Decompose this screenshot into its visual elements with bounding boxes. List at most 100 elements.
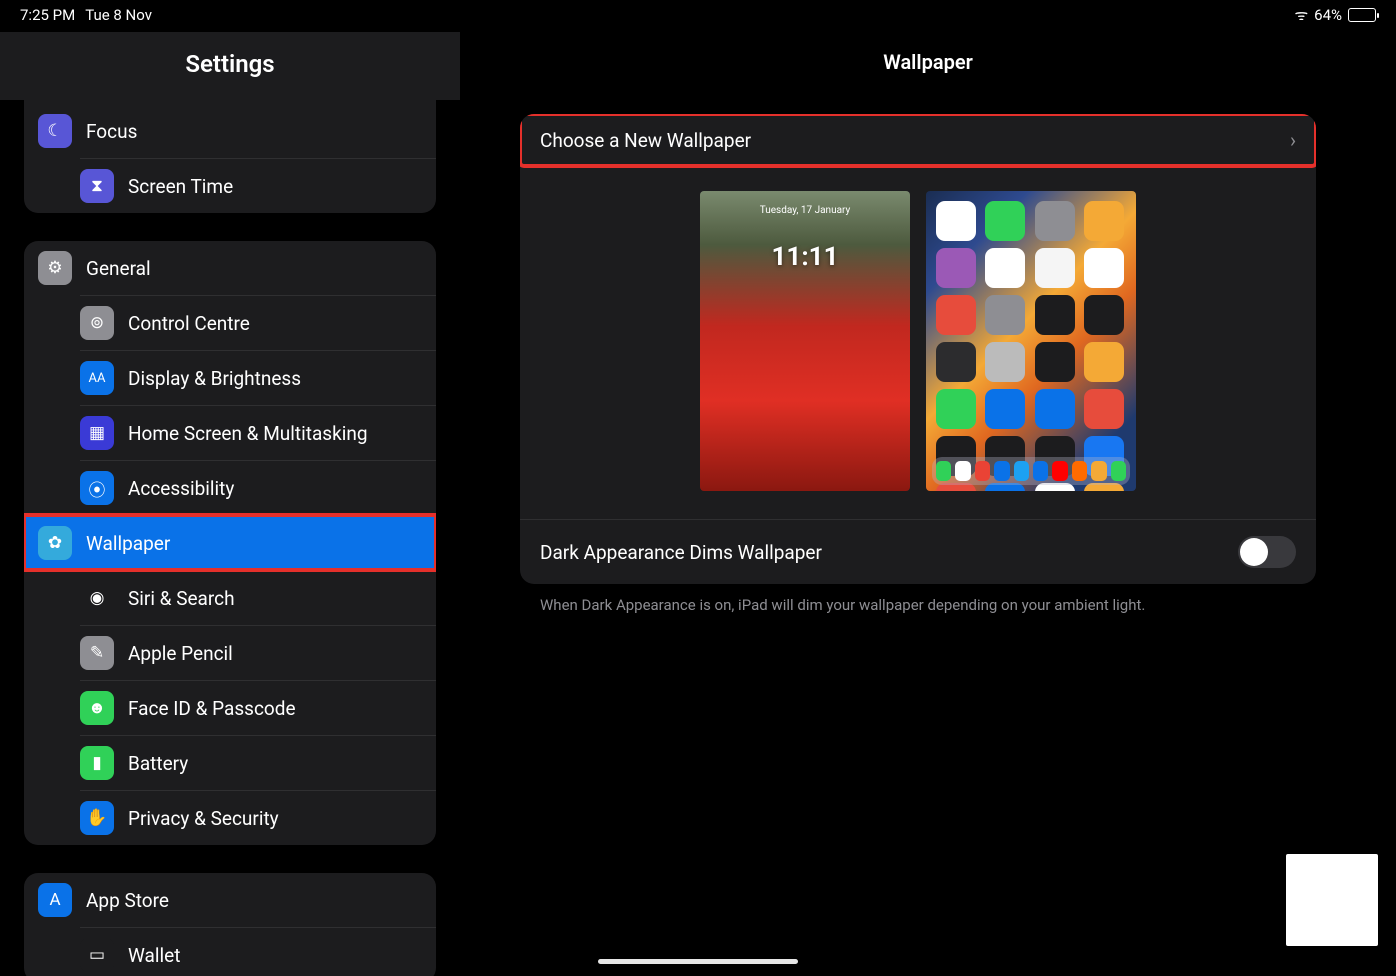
dock-app-icon: [1052, 461, 1067, 481]
sidebar-item-display-brightness[interactable]: AA Display & Brightness: [80, 350, 436, 405]
app-icon: [1084, 295, 1124, 335]
sidebar-icon: ⊚: [80, 306, 114, 340]
lock-date: Tuesday, 17 January: [760, 205, 851, 216]
dock-app-icon: [1091, 461, 1106, 481]
sidebar-item-siri-search[interactable]: ◉ Siri & Search: [80, 570, 436, 625]
app-icon: [1035, 248, 1075, 288]
sidebar-item-label: Home Screen & Multitasking: [128, 422, 368, 445]
sidebar-icon: ◉: [80, 581, 114, 615]
sidebar-item-control-centre[interactable]: ⊚ Control Centre: [80, 295, 436, 350]
app-icon: [985, 295, 1025, 335]
status-bar: 7:25 PM Tue 8 Nov ᯤ 64%: [0, 0, 1396, 30]
app-icon: [1084, 342, 1124, 382]
dock-app-icon: [936, 461, 951, 481]
status-time: 7:25 PM: [20, 6, 75, 24]
app-icon: [1035, 389, 1075, 429]
sidebar-item-home-screen-multitasking[interactable]: ▦ Home Screen & Multitasking: [80, 405, 436, 460]
app-icon: [1084, 201, 1124, 241]
app-icon: [1035, 295, 1075, 335]
app-icon: [1084, 248, 1124, 288]
sidebar-item-label: Apple Pencil: [128, 642, 233, 665]
sidebar-item-label: Focus: [86, 120, 137, 143]
sidebar-item-apple-pencil[interactable]: ✎ Apple Pencil: [80, 625, 436, 680]
home-screen-preview[interactable]: [926, 191, 1136, 491]
sidebar-item-label: Wallet: [128, 944, 180, 967]
sidebar-item-focus[interactable]: ☾ Focus: [24, 104, 436, 158]
dark-dims-row: Dark Appearance Dims Wallpaper: [520, 519, 1316, 584]
settings-sidebar: Settings ☾Focus⧗Screen Time ⚙General⊚Con…: [0, 0, 460, 976]
app-icon: [936, 342, 976, 382]
app-icon: [936, 389, 976, 429]
sidebar-group-3: A App Store ▭ Wallet: [24, 873, 436, 976]
app-icon: [936, 248, 976, 288]
main-panel: Wallpaper Choose a New Wallpaper › Tuesd…: [460, 0, 1396, 976]
lock-time: 11:11: [772, 242, 839, 272]
dock-app-icon: [975, 461, 990, 481]
battery-icon: [1348, 8, 1376, 22]
wallpaper-card: Choose a New Wallpaper › Tuesday, 17 Jan…: [520, 114, 1316, 584]
sidebar-icon: ✿: [38, 526, 72, 560]
sidebar-group-2: ⚙ General ⊚ Control Centre AA Display & Brigh…: [24, 241, 436, 845]
sidebar-item-general[interactable]: ⚙ General: [24, 241, 436, 295]
sidebar-icon: ⧗: [80, 169, 114, 203]
sidebar-icon: A: [38, 883, 72, 917]
dock-app-icon: [955, 461, 970, 481]
dock-app-icon: [1111, 461, 1126, 481]
wifi-icon: ᯤ: [1294, 5, 1308, 25]
footer-note: When Dark Appearance is on, iPad will di…: [540, 596, 1296, 614]
dock-app-icon: [1072, 461, 1087, 481]
watermark-box: [1286, 854, 1378, 946]
sidebar-item-wallet[interactable]: ▭ Wallet: [80, 927, 436, 976]
sidebar-item-label: Screen Time: [128, 175, 233, 198]
sidebar-icon: AA: [80, 361, 114, 395]
sidebar-item-label: General: [86, 257, 151, 280]
chevron-right-icon: ›: [1290, 128, 1296, 152]
sidebar-item-privacy-security[interactable]: ✋Privacy & Security: [80, 790, 436, 845]
wallpaper-previews: Tuesday, 17 January 11:11: [520, 166, 1316, 519]
sidebar-item-label: Privacy & Security: [128, 807, 279, 830]
app-icon: [985, 248, 1025, 288]
sidebar-item-battery[interactable]: ▮ Battery: [80, 735, 436, 790]
sidebar-icon: ▦: [80, 416, 114, 450]
sidebar-icon: ☾: [38, 114, 72, 148]
dark-dims-toggle[interactable]: [1238, 536, 1296, 568]
sidebar-item-app-store[interactable]: A App Store: [24, 873, 436, 927]
sidebar-item-label: Siri & Search: [128, 587, 235, 610]
dock-app-icon: [1014, 461, 1029, 481]
sidebar-item-label: Display & Brightness: [128, 367, 301, 390]
sidebar-item-label: Battery: [128, 752, 188, 775]
sidebar-icon: ⚙: [38, 251, 72, 285]
sidebar-item-label: Accessibility: [128, 477, 234, 500]
sidebar-icon: ✎: [80, 636, 114, 670]
sidebar-item-accessibility[interactable]: ⦿ Accessibility: [80, 460, 436, 515]
dock-app-icon: [994, 461, 1009, 481]
battery-percent: 64%: [1314, 6, 1342, 24]
main-title: Wallpaper: [460, 32, 1396, 114]
app-icon: [985, 342, 1025, 382]
choose-label: Choose a New Wallpaper: [540, 129, 751, 152]
lock-screen-preview[interactable]: Tuesday, 17 January 11:11: [700, 191, 910, 491]
sidebar-item-label: Wallpaper: [86, 532, 170, 555]
app-icon: [1035, 201, 1075, 241]
choose-new-wallpaper-row[interactable]: Choose a New Wallpaper ›: [520, 114, 1316, 166]
dock-preview: [932, 457, 1130, 485]
app-icon: [1084, 389, 1124, 429]
sidebar-item-label: App Store: [86, 889, 169, 912]
app-icon: [936, 201, 976, 241]
sidebar-item-label: Face ID & Passcode: [128, 697, 296, 720]
sidebar-item-wallpaper[interactable]: ✿ Wallpaper: [24, 515, 436, 570]
sidebar-icon: ▮: [80, 746, 114, 780]
sidebar-icon: ⦿: [80, 471, 114, 505]
app-icon: [985, 201, 1025, 241]
home-indicator[interactable]: [598, 959, 798, 964]
app-icon: [985, 389, 1025, 429]
dark-dims-label: Dark Appearance Dims Wallpaper: [540, 541, 822, 564]
status-date: Tue 8 Nov: [85, 6, 152, 24]
sidebar-icon: ▭: [80, 938, 114, 972]
sidebar-item-screen-time[interactable]: ⧗ Screen Time: [80, 158, 436, 213]
app-icon: [1035, 342, 1075, 382]
sidebar-icon: ☻: [80, 691, 114, 725]
sidebar-item-label: Control Centre: [128, 312, 250, 335]
sidebar-item-face-id-passcode[interactable]: ☻ Face ID & Passcode: [80, 680, 436, 735]
app-icon: [936, 295, 976, 335]
